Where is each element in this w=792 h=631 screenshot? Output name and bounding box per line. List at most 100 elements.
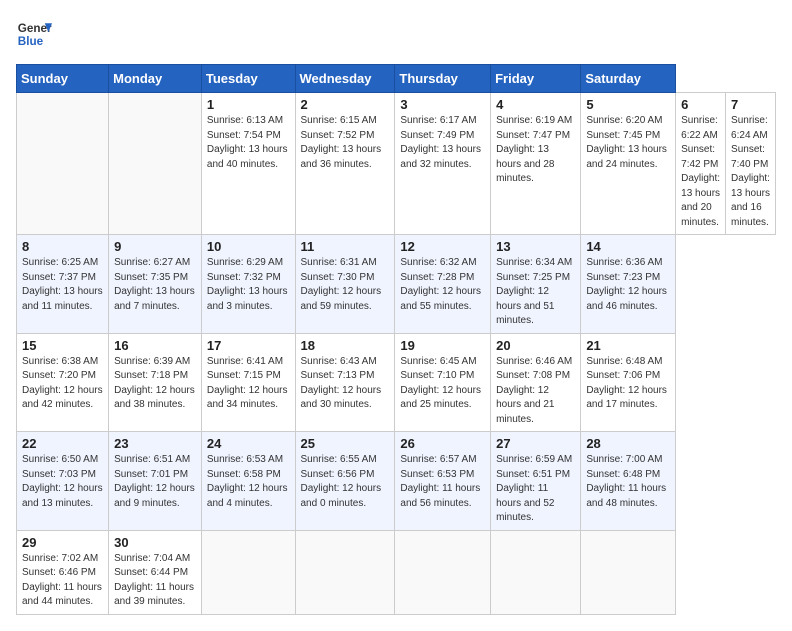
day-number: 3 [400, 97, 485, 112]
calendar-cell: 27 Sunrise: 6:59 AMSunset: 6:51 PMDayligh… [491, 432, 581, 531]
day-info: Sunrise: 6:51 AMSunset: 7:01 PMDaylight:… [114, 453, 196, 511]
calendar-cell: 15 Sunrise: 6:38 AMSunset: 7:20 PMDayligh… [17, 333, 109, 432]
day-number: 20 [496, 338, 575, 353]
weekday-header-thursday: Thursday [395, 65, 491, 93]
day-info: Sunrise: 6:57 AMSunset: 6:53 PMDaylight:… [400, 453, 485, 511]
calendar-cell [201, 530, 295, 614]
day-number: 26 [400, 436, 485, 451]
calendar-cell: 3 Sunrise: 6:17 AMSunset: 7:49 PMDaylight… [395, 93, 491, 235]
day-number: 11 [301, 239, 390, 254]
day-info: Sunrise: 6:50 AMSunset: 7:03 PMDaylight:… [22, 453, 103, 511]
day-number: 5 [586, 97, 670, 112]
day-number: 25 [301, 436, 390, 451]
day-number: 16 [114, 338, 196, 353]
calendar-cell: 29 Sunrise: 7:02 AMSunset: 6:46 PMDayligh… [17, 530, 109, 614]
header: General Blue [16, 16, 776, 52]
logo: General Blue [16, 16, 52, 52]
calendar-cell: 16 Sunrise: 6:39 AMSunset: 7:18 PMDayligh… [109, 333, 202, 432]
day-number: 13 [496, 239, 575, 254]
calendar-cell: 20 Sunrise: 6:46 AMSunset: 7:08 PMDayligh… [491, 333, 581, 432]
calendar-cell: 26 Sunrise: 6:57 AMSunset: 6:53 PMDayligh… [395, 432, 491, 531]
day-number: 22 [22, 436, 103, 451]
calendar-cell: 9 Sunrise: 6:27 AMSunset: 7:35 PMDaylight… [109, 235, 202, 334]
day-number: 17 [207, 338, 290, 353]
weekday-header-tuesday: Tuesday [201, 65, 295, 93]
day-info: Sunrise: 6:59 AMSunset: 6:51 PMDaylight:… [496, 453, 575, 526]
day-info: Sunrise: 6:34 AMSunset: 7:25 PMDaylight:… [496, 256, 575, 329]
calendar-cell: 18 Sunrise: 6:43 AMSunset: 7:13 PMDayligh… [295, 333, 395, 432]
day-number: 27 [496, 436, 575, 451]
weekday-header-wednesday: Wednesday [295, 65, 395, 93]
calendar-cell: 4 Sunrise: 6:19 AMSunset: 7:47 PMDaylight… [491, 93, 581, 235]
day-number: 1 [207, 97, 290, 112]
day-info: Sunrise: 6:13 AMSunset: 7:54 PMDaylight:… [207, 114, 290, 172]
day-number: 14 [586, 239, 670, 254]
weekday-header-sunday: Sunday [17, 65, 109, 93]
day-number: 23 [114, 436, 196, 451]
day-info: Sunrise: 7:00 AMSunset: 6:48 PMDaylight:… [586, 453, 670, 511]
day-info: Sunrise: 6:45 AMSunset: 7:10 PMDaylight:… [400, 355, 485, 413]
calendar-cell [109, 93, 202, 235]
weekday-header-friday: Friday [491, 65, 581, 93]
calendar-cell: 24Sunrise: 6:53 AMSunset: 6:58 PMDayligh… [201, 432, 295, 531]
calendar-cell: 28 Sunrise: 7:00 AMSunset: 6:48 PMDayligh… [581, 432, 676, 531]
calendar-cell: 6 Sunrise: 6:22 AMSunset: 7:42 PMDaylight… [676, 93, 726, 235]
svg-text:Blue: Blue [18, 35, 44, 48]
day-info: Sunrise: 6:31 AMSunset: 7:30 PMDaylight:… [301, 256, 390, 314]
calendar-cell: 14 Sunrise: 6:36 AMSunset: 7:23 PMDayligh… [581, 235, 676, 334]
day-number: 8 [22, 239, 103, 254]
calendar-cell: 13 Sunrise: 6:34 AMSunset: 7:25 PMDayligh… [491, 235, 581, 334]
calendar-cell: 11 Sunrise: 6:31 AMSunset: 7:30 PMDayligh… [295, 235, 395, 334]
calendar-cell: 25Sunrise: 6:55 AMSunset: 6:56 PMDayligh… [295, 432, 395, 531]
calendar-cell [17, 93, 109, 235]
day-info: Sunrise: 6:38 AMSunset: 7:20 PMDaylight:… [22, 355, 103, 413]
day-number: 18 [301, 338, 390, 353]
day-number: 9 [114, 239, 196, 254]
calendar-cell [295, 530, 395, 614]
calendar-cell: 30Sunrise: 7:04 AMSunset: 6:44 PMDayligh… [109, 530, 202, 614]
weekday-header-saturday: Saturday [581, 65, 676, 93]
calendar-cell: 1 Sunrise: 6:13 AMSunset: 7:54 PMDaylight… [201, 93, 295, 235]
day-info: Sunrise: 6:22 AMSunset: 7:42 PMDaylight:… [681, 114, 720, 230]
day-number: 2 [301, 97, 390, 112]
day-number: 6 [681, 97, 720, 112]
calendar-cell: 23 Sunrise: 6:51 AMSunset: 7:01 PMDayligh… [109, 432, 202, 531]
day-info: Sunrise: 6:46 AMSunset: 7:08 PMDaylight:… [496, 355, 575, 428]
day-info: Sunrise: 6:41 AMSunset: 7:15 PMDaylight:… [207, 355, 290, 413]
day-number: 15 [22, 338, 103, 353]
day-number: 28 [586, 436, 670, 451]
day-number: 29 [22, 535, 103, 550]
calendar-cell [395, 530, 491, 614]
calendar-table: SundayMondayTuesdayWednesdayThursdayFrid… [16, 64, 776, 615]
day-info: Sunrise: 6:25 AMSunset: 7:37 PMDaylight:… [22, 256, 103, 314]
calendar-cell: 19 Sunrise: 6:45 AMSunset: 7:10 PMDayligh… [395, 333, 491, 432]
day-number: 21 [586, 338, 670, 353]
day-info: Sunrise: 6:17 AMSunset: 7:49 PMDaylight:… [400, 114, 485, 172]
day-info: Sunrise: 6:48 AMSunset: 7:06 PMDaylight:… [586, 355, 670, 413]
day-info: Sunrise: 6:24 AMSunset: 7:40 PMDaylight:… [731, 114, 770, 230]
calendar-cell: 12 Sunrise: 6:32 AMSunset: 7:28 PMDayligh… [395, 235, 491, 334]
calendar-cell: 2Sunrise: 6:15 AMSunset: 7:52 PMDaylight… [295, 93, 395, 235]
day-info: Sunrise: 7:02 AMSunset: 6:46 PMDaylight:… [22, 552, 103, 610]
calendar-cell: 5 Sunrise: 6:20 AMSunset: 7:45 PMDaylight… [581, 93, 676, 235]
day-info: Sunrise: 6:43 AMSunset: 7:13 PMDaylight:… [301, 355, 390, 413]
day-info: Sunrise: 6:32 AMSunset: 7:28 PMDaylight:… [400, 256, 485, 314]
logo-icon: General Blue [16, 16, 52, 52]
day-number: 30 [114, 535, 196, 550]
day-info: Sunrise: 6:19 AMSunset: 7:47 PMDaylight:… [496, 114, 575, 187]
calendar-cell [491, 530, 581, 614]
day-number: 19 [400, 338, 485, 353]
day-info: Sunrise: 6:27 AMSunset: 7:35 PMDaylight:… [114, 256, 196, 314]
day-info: Sunrise: 6:53 AMSunset: 6:58 PMDaylight:… [207, 453, 290, 511]
day-info: Sunrise: 6:36 AMSunset: 7:23 PMDaylight:… [586, 256, 670, 314]
day-info: Sunrise: 6:29 AMSunset: 7:32 PMDaylight:… [207, 256, 290, 314]
calendar-cell: 10Sunrise: 6:29 AMSunset: 7:32 PMDayligh… [201, 235, 295, 334]
day-info: Sunrise: 6:39 AMSunset: 7:18 PMDaylight:… [114, 355, 196, 413]
day-number: 12 [400, 239, 485, 254]
day-number: 4 [496, 97, 575, 112]
calendar-cell [581, 530, 676, 614]
calendar-cell: 8 Sunrise: 6:25 AMSunset: 7:37 PMDaylight… [17, 235, 109, 334]
day-info: Sunrise: 6:20 AMSunset: 7:45 PMDaylight:… [586, 114, 670, 172]
day-number: 7 [731, 97, 770, 112]
calendar-cell: 21 Sunrise: 6:48 AMSunset: 7:06 PMDayligh… [581, 333, 676, 432]
